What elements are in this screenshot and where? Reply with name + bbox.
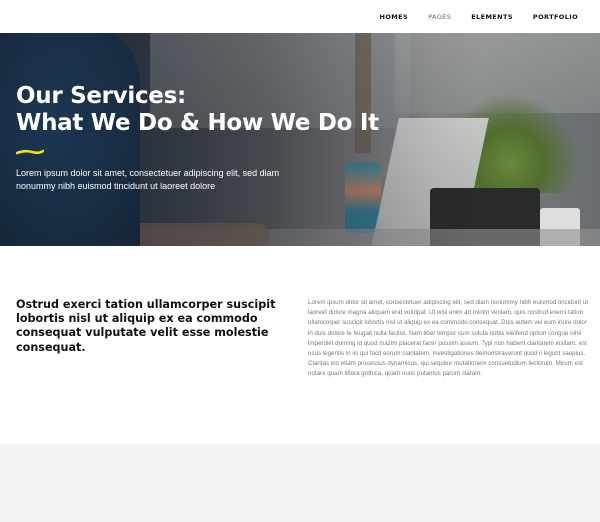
page-title-line-2: What We Do & How We Do It [16, 110, 379, 136]
main-nav: HOMES PAGES ELEMENTS PORTFOLIO [370, 0, 588, 33]
title-underline-accent [16, 149, 44, 155]
page-title: Our Services: What We Do & How We Do It [16, 83, 379, 137]
top-bar: HOMES PAGES ELEMENTS PORTFOLIO [0, 0, 600, 33]
hero-banner: Our Services: What We Do & How We Do It … [0, 33, 600, 246]
nav-item-pages[interactable]: PAGES [418, 13, 461, 21]
intro-heading: Ostrud exerci tation ullamcorper suscipi… [16, 298, 276, 354]
hero-overlay [0, 33, 600, 246]
page-title-line-1: Our Services: [16, 83, 186, 109]
hero-subtitle: Lorem ipsum dolor sit amet, consectetuer… [16, 168, 280, 191]
footer-band [0, 444, 600, 522]
nav-item-portfolio[interactable]: PORTFOLIO [523, 13, 588, 21]
nav-item-elements[interactable]: ELEMENTS [461, 13, 523, 21]
nav-item-homes[interactable]: HOMES [370, 13, 419, 21]
intro-section: Ostrud exerci tation ullamcorper suscipi… [0, 246, 600, 444]
intro-body-text: Lorem ipsum dolor sit amet, consectetuer… [308, 299, 588, 378]
